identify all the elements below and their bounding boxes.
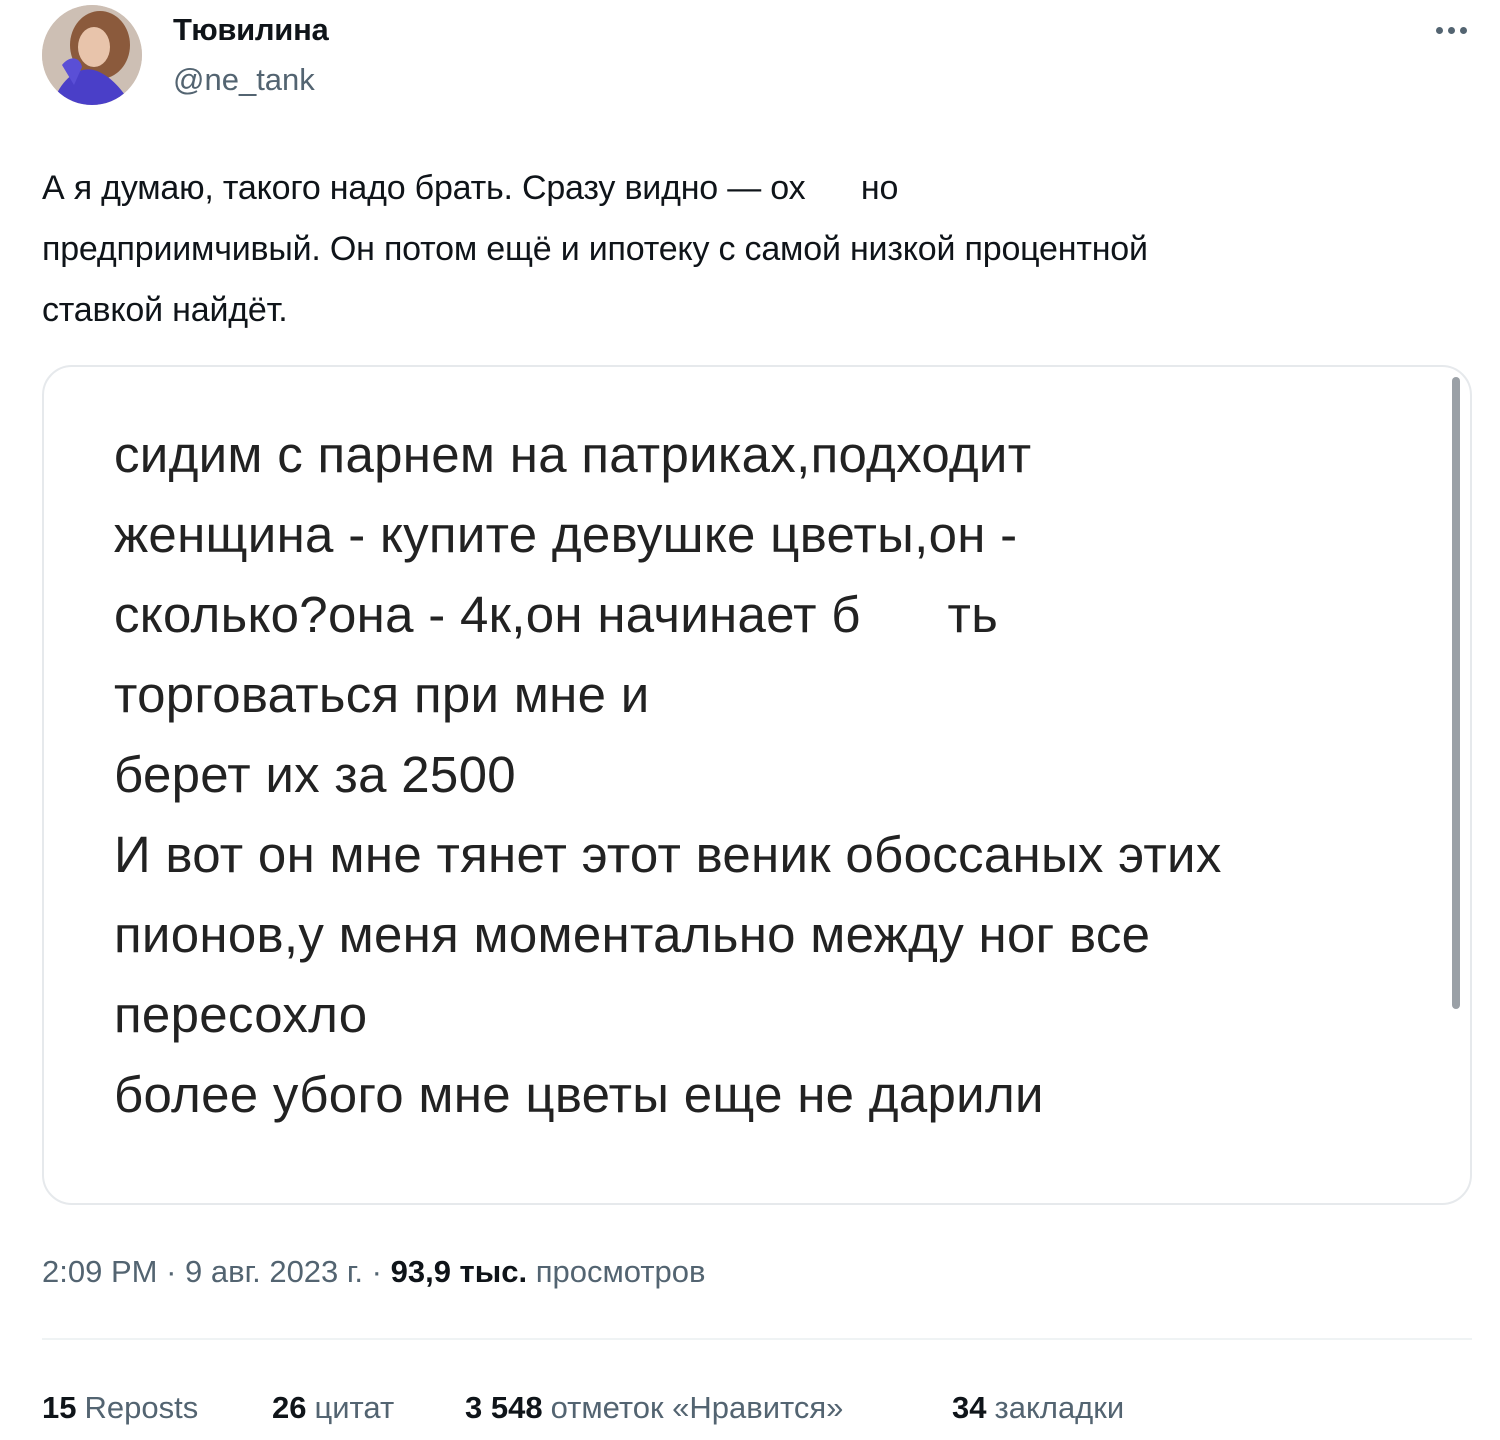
tweet-text-line: предприимчивый. Он потом ещё и ипотеку с… — [42, 230, 1148, 268]
tweet-text-line: ставкой найдёт. — [42, 291, 288, 329]
quotes-count: 26 — [272, 1390, 307, 1425]
media-text-line: торговаться при мне и — [114, 666, 650, 723]
tweet-meta: 2:09 PM · 9 авг. 2023 г. · 93,9 тыс. про… — [42, 1254, 706, 1290]
dot — [1447, 26, 1455, 34]
bookmarks-label: закладки — [994, 1390, 1125, 1425]
media-text-line: более убого мне цветы еще не дарили — [114, 1066, 1044, 1123]
dot — [1435, 26, 1443, 34]
views-count: 93,9 тыс. — [390, 1254, 528, 1289]
media-text-line: сидим с парнем на патриках,подходит — [114, 426, 1032, 483]
quotes-label: цитат — [314, 1390, 395, 1425]
media-image[interactable]: сидим с парнем на патриках,подходит женщ… — [42, 365, 1472, 1205]
tweet-text: А я думаю, такого надо брать. Сразу видн… — [42, 158, 1472, 341]
reposts-count: 15 — [42, 1390, 77, 1425]
author-name[interactable]: Тювилина — [173, 12, 329, 48]
media-text-line: пересохло — [114, 986, 368, 1043]
media-text-line: сколько?она - 4к,он начинает б ть — [114, 586, 999, 643]
dot — [1459, 26, 1467, 34]
bookmarks-count: 34 — [952, 1390, 987, 1425]
quotes-stat[interactable]: 26 цитат — [272, 1390, 394, 1426]
more-options-icon[interactable] — [1428, 12, 1474, 48]
tweet-time[interactable]: 2:09 PM — [42, 1254, 157, 1289]
tweet-text-line: А я думаю, такого надо брать. Сразу видн… — [42, 169, 899, 207]
meta-separator: · — [157, 1254, 186, 1289]
avatar[interactable] — [42, 5, 142, 105]
tweet-date[interactable]: 9 авг. 2023 г. — [185, 1254, 363, 1289]
tweet: Тювилина @ne_tank А я думаю, такого надо… — [0, 0, 1500, 1440]
divider — [42, 1338, 1472, 1340]
media-text-line: И вот он мне тянет этот веник обоссаных … — [114, 826, 1222, 883]
author-handle[interactable]: @ne_tank — [173, 62, 315, 98]
media-text-line: берет их за 2500 — [114, 746, 516, 803]
media-text: сидим с парнем на патриках,подходит женщ… — [114, 415, 1434, 1135]
reposts-label: Reposts — [84, 1390, 199, 1425]
bookmarks-stat[interactable]: 34 закладки — [952, 1390, 1124, 1426]
likes-label: отметок «Нравится» — [550, 1390, 844, 1425]
likes-count: 3 548 — [465, 1390, 543, 1425]
media-text-line: пионов,у меня моментально между ног все — [114, 906, 1151, 963]
likes-stat[interactable]: 3 548 отметок «Нравится» — [465, 1390, 843, 1426]
views-label: просмотров — [535, 1254, 706, 1289]
media-scrollbar — [1452, 377, 1460, 1009]
media-text-line: женщина - купите девушке цветы,он - — [114, 506, 1018, 563]
meta-separator: · — [363, 1254, 391, 1289]
reposts-stat[interactable]: 15 Reposts — [42, 1390, 198, 1426]
